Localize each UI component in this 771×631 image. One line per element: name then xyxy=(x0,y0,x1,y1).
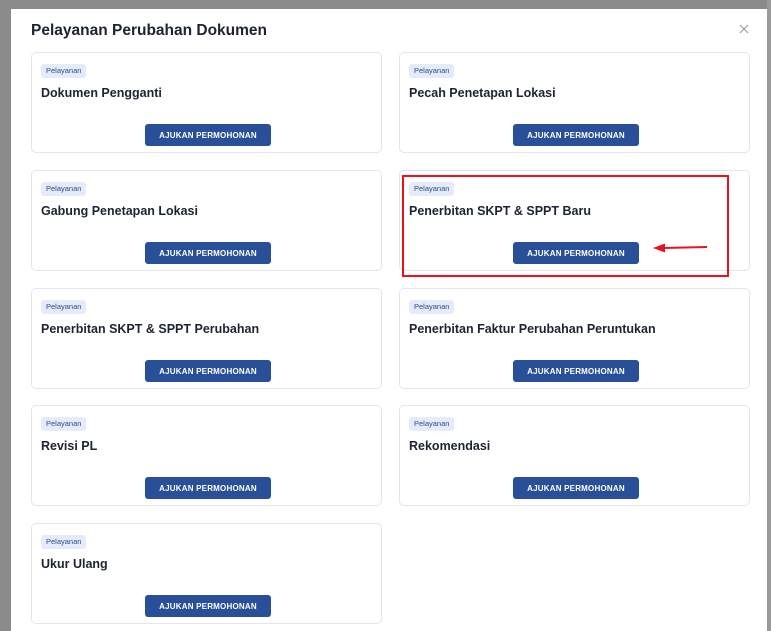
apply-button[interactable]: AJUKAN PERMOHONAN xyxy=(145,124,271,146)
service-badge: Pelayanan xyxy=(409,300,455,314)
window-frame-top xyxy=(0,0,771,9)
card-title: Penerbitan SKPT & SPPT Baru xyxy=(409,204,591,218)
close-icon[interactable] xyxy=(736,21,752,37)
apply-button[interactable]: AJUKAN PERMOHONAN xyxy=(145,360,271,382)
service-card-penerbitan-skpt-sppt-perubahan: Pelayanan Penerbitan SKPT & SPPT Perubah… xyxy=(31,288,382,389)
service-card-pecah-penetapan-lokasi: Pelayanan Pecah Penetapan Lokasi AJUKAN … xyxy=(399,52,750,153)
service-card-gabung-penetapan-lokasi: Pelayanan Gabung Penetapan Lokasi AJUKAN… xyxy=(31,170,382,271)
window-frame-right xyxy=(767,0,771,631)
service-badge: Pelayanan xyxy=(41,300,87,314)
modal-dialog: Pelayanan Perubahan Dokumen Pelayanan Do… xyxy=(11,9,767,631)
card-title: Penerbitan SKPT & SPPT Perubahan xyxy=(41,322,260,336)
service-badge: Pelayanan xyxy=(409,64,455,78)
service-badge: Pelayanan xyxy=(409,417,455,431)
apply-button[interactable]: AJUKAN PERMOHONAN xyxy=(513,242,639,264)
service-badge: Pelayanan xyxy=(41,417,87,431)
card-title: Pecah Penetapan Lokasi xyxy=(409,86,556,100)
modal-title: Pelayanan Perubahan Dokumen xyxy=(31,22,268,39)
apply-button[interactable]: AJUKAN PERMOHONAN xyxy=(145,477,271,499)
card-title: Gabung Penetapan Lokasi xyxy=(41,204,198,218)
service-badge: Pelayanan xyxy=(41,182,87,196)
service-card-rekomendasi: Pelayanan Rekomendasi AJUKAN PERMOHONAN xyxy=(399,405,750,506)
service-card-penerbitan-faktur-perubahan-peruntukan: Pelayanan Penerbitan Faktur Perubahan Pe… xyxy=(399,288,750,389)
apply-button[interactable]: AJUKAN PERMOHONAN xyxy=(513,360,639,382)
card-title: Dokumen Pengganti xyxy=(41,86,162,100)
service-badge: Pelayanan xyxy=(409,182,455,196)
service-card-penerbitan-skpt-sppt-baru: Pelayanan Penerbitan SKPT & SPPT Baru AJ… xyxy=(399,170,750,271)
service-card-revisi-pl: Pelayanan Revisi PL AJUKAN PERMOHONAN xyxy=(31,405,382,506)
card-title: Ukur Ulang xyxy=(41,557,108,571)
card-title: Revisi PL xyxy=(41,439,98,453)
service-card-ukur-ulang: Pelayanan Ukur Ulang AJUKAN PERMOHONAN xyxy=(31,523,382,624)
card-title: Penerbitan Faktur Perubahan Peruntukan xyxy=(409,322,656,336)
apply-button[interactable]: AJUKAN PERMOHONAN xyxy=(145,242,271,264)
apply-button[interactable]: AJUKAN PERMOHONAN xyxy=(513,124,639,146)
service-card-dokumen-pengganti: Pelayanan Dokumen Pengganti AJUKAN PERMO… xyxy=(31,52,382,153)
service-badge: Pelayanan xyxy=(41,535,87,549)
card-title: Rekomendasi xyxy=(409,439,491,453)
window-frame-left xyxy=(0,0,11,631)
apply-button[interactable]: AJUKAN PERMOHONAN xyxy=(145,595,271,617)
service-badge: Pelayanan xyxy=(41,64,87,78)
apply-button[interactable]: AJUKAN PERMOHONAN xyxy=(513,477,639,499)
